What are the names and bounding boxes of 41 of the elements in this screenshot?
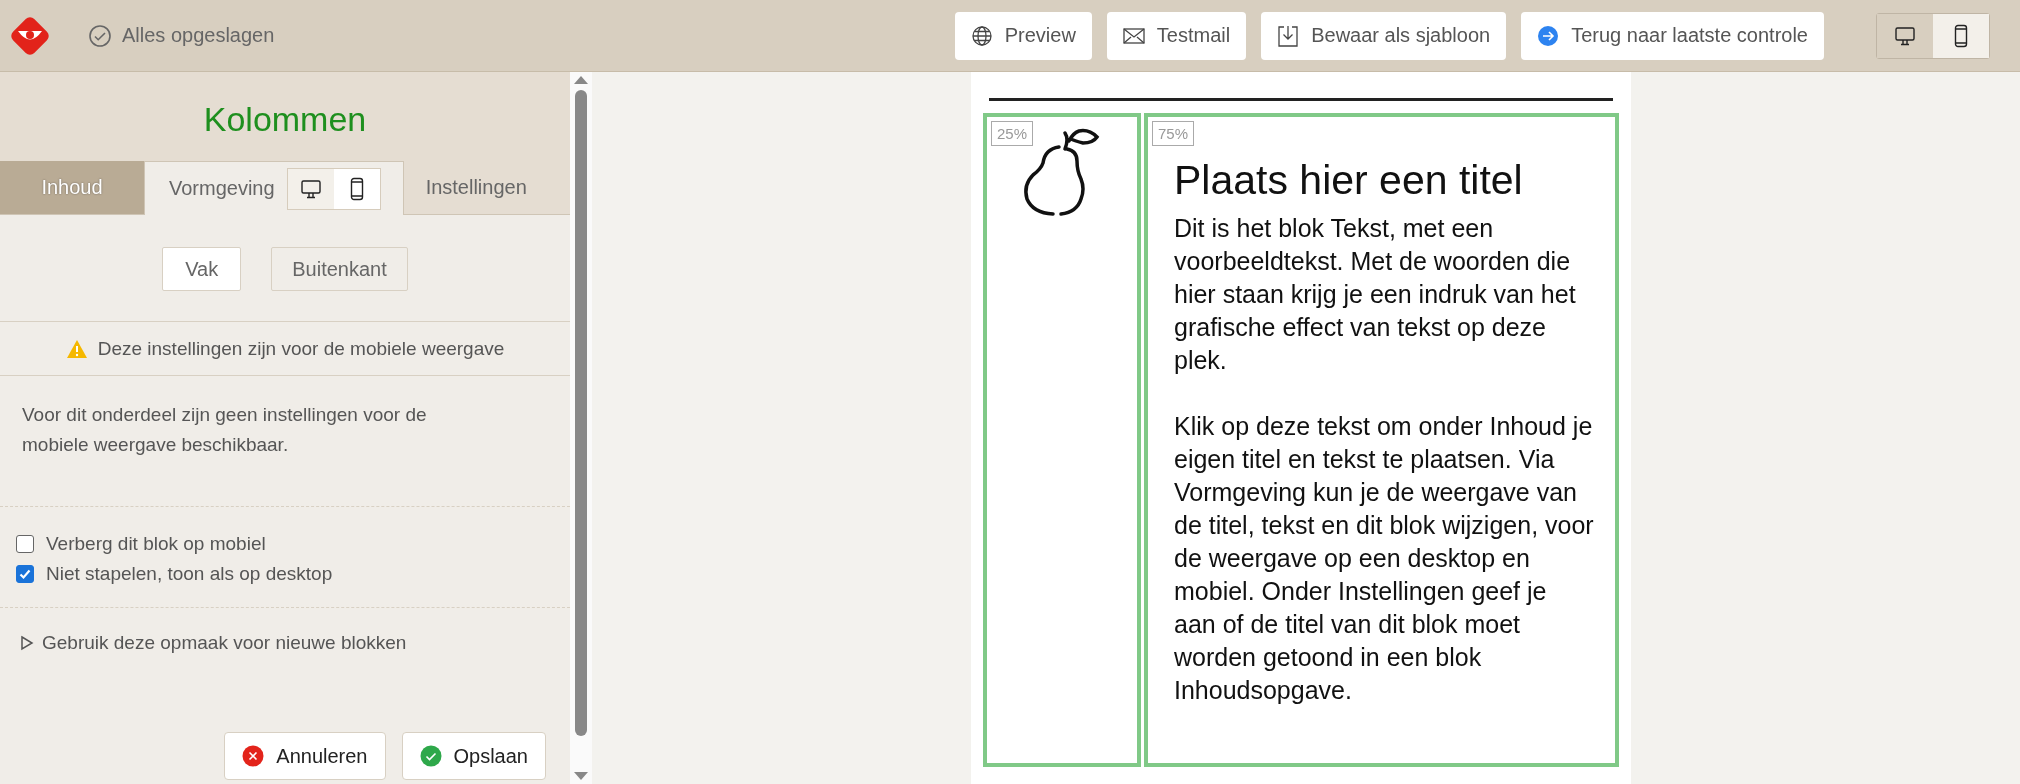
- checkbox[interactable]: [16, 535, 34, 553]
- toolbar-button[interactable]: Testmail: [1106, 11, 1247, 60]
- checkbox-label[interactable]: Verberg dit blok op mobiel: [46, 533, 266, 555]
- desktop-icon: [299, 177, 322, 200]
- check-circle-icon: [88, 23, 112, 48]
- toolbar-button[interactable]: Preview: [954, 11, 1092, 60]
- width-badge: 75%: [1152, 121, 1195, 146]
- save-status: Alles opgeslagen: [122, 24, 275, 47]
- column[interactable]: [1144, 113, 1619, 767]
- tab-label[interactable]: Instellingen: [425, 176, 527, 199]
- check-circle-icon: [419, 745, 442, 767]
- arrow-right-icon: [1537, 24, 1560, 47]
- body-text: Klik op deze tekst om onder Inhoud je eigen titel en tekst te plaatsen. Via Vormgeving kun je de weergave van de titel, tekst en dit blok wijzigen, voor de weergave op een desktop en mobiel. Onder Instellingen geef je aan of de titel van dit blok moet worden getoond in een blok Inhoudsopgave.: [1174, 411, 1595, 706]
- cross-circle-icon: [242, 745, 265, 767]
- tab-label[interactable]: Vormgeving: [169, 177, 275, 200]
- download-icon: [1277, 23, 1300, 48]
- warning-icon: [65, 338, 88, 359]
- toolbar-button[interactable]: Bewaar als sjabloon: [1261, 11, 1507, 60]
- action-button[interactable]: Annuleren: [224, 732, 386, 780]
- toolbar-button[interactable]: Terug naar laatste controle: [1521, 11, 1824, 60]
- device-button[interactable]: [333, 168, 380, 209]
- width-badge: 25%: [991, 121, 1034, 146]
- mobile-icon: [349, 176, 364, 201]
- tab[interactable]: Vormgeving: [144, 161, 404, 215]
- warning-text: Deze instellingen zijn voor de mobiele weergave: [97, 337, 505, 360]
- mail-icon: [1122, 26, 1145, 45]
- device-button[interactable]: [1933, 13, 1989, 58]
- tab[interactable]: Instellingen: [403, 161, 547, 214]
- checkbox[interactable]: [16, 565, 34, 583]
- globe-icon: [970, 24, 993, 47]
- mobile-icon: [1954, 23, 1968, 48]
- desktop-icon: [1894, 24, 1916, 47]
- segment-button[interactable]: Vak: [162, 247, 242, 291]
- segment-button[interactable]: Buitenkant: [271, 247, 408, 291]
- disclosure-toggle[interactable]: Gebruik deze opmaak voor nieuwe blokken: [0, 608, 427, 678]
- body-text: Dit is het blok Tekst, met een voorbeeldtekst. Met de woorden die hier staan krijg je een indruk van het grafische effect van tekst op deze plek.: [1174, 213, 1577, 376]
- block-title: Plaats hier een titel: [1174, 157, 1524, 204]
- action-button[interactable]: Opslaan: [401, 732, 546, 780]
- checkbox-label[interactable]: Niet stapelen, toon als op desktop: [46, 563, 333, 585]
- panel-title: Kolommen: [202, 100, 368, 139]
- scrollbar[interactable]: [570, 72, 592, 784]
